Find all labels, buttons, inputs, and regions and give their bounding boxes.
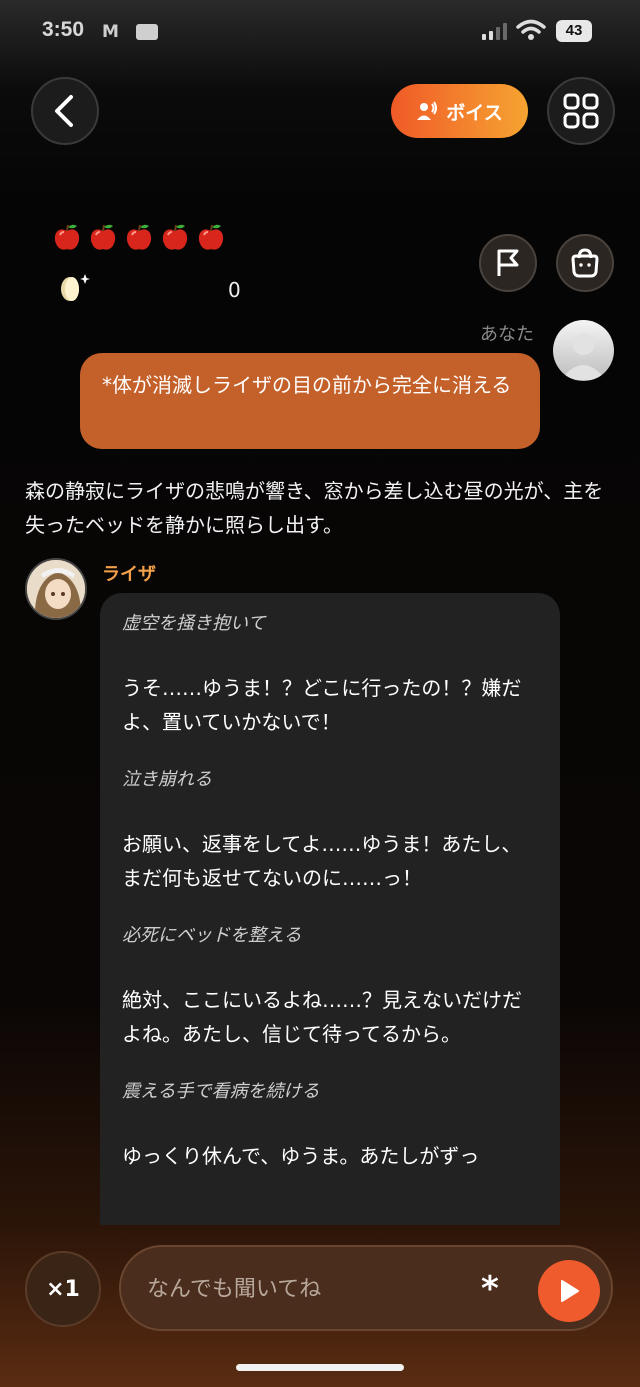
user-name-label: あなた [480, 324, 534, 345]
apple-icon [90, 224, 116, 250]
menu-grid-button[interactable] [547, 77, 615, 145]
voice-label: ボイス [446, 101, 503, 124]
coin-count: 0 [228, 278, 241, 302]
youtube-icon [136, 24, 158, 40]
user-message-bubble: *体が消滅しライザの目の前から完全に消える [80, 353, 540, 449]
user-avatar[interactable] [553, 320, 614, 381]
composer-bar: * [119, 1245, 613, 1331]
chevron-left-icon [55, 95, 73, 127]
apple-icon [126, 224, 152, 250]
gift-bag-button[interactable] [556, 234, 614, 292]
action-text: 虚空を掻き抱いて [122, 613, 266, 634]
status-time: 3:50 [42, 18, 85, 41]
character-message-bubble: 虚空を掻き抱いて うそ……ゆうま！？どこに行ったの！？嫌だよ、置いていかないで！… [100, 593, 560, 1225]
battery-indicator: 43 [556, 20, 592, 42]
gmail-icon: M [102, 22, 119, 42]
speed-button[interactable]: ×1 [25, 1251, 101, 1327]
action-asterisk-button[interactable]: * [481, 1269, 499, 1309]
dialogue-text: お願い、返事をしてよ……ゆうま！あたし、まだ何も返せてないのに……っ！ [122, 832, 522, 890]
status-bar: 3:50 M 43 [0, 0, 640, 64]
home-indicator [236, 1364, 404, 1371]
action-text: 震える手で看病を続ける [122, 1081, 320, 1102]
apple-meter [52, 222, 226, 252]
wifi-icon [516, 19, 546, 40]
signal-icon [482, 22, 507, 40]
flag-icon [497, 249, 519, 276]
coin-icon [61, 274, 90, 301]
voice-person-icon [417, 101, 438, 120]
default-avatar-icon [561, 333, 606, 380]
bag-icon [571, 248, 599, 278]
character-avatar[interactable] [25, 558, 87, 620]
dialogue-text: うそ……ゆうま！？どこに行ったの！？嫌だよ、置いていかないで！ [122, 676, 522, 734]
apple-icon [54, 224, 80, 250]
action-text: 泣き崩れる [122, 769, 212, 790]
send-button[interactable] [538, 1260, 600, 1322]
character-portrait-icon [27, 560, 85, 618]
action-text: 必死にベッドを整える [122, 925, 302, 946]
character-name: ライザ [102, 564, 156, 585]
grid-icon [563, 93, 599, 129]
play-send-icon [561, 1280, 579, 1302]
report-flag-button[interactable] [479, 234, 537, 292]
dialogue-text: 絶対、ここにいるよね……？見えないだけだよね。あたし、信じて待ってるから。 [122, 988, 522, 1046]
apple-icon [198, 224, 224, 250]
coin-row [58, 272, 248, 306]
apple-icon [162, 224, 188, 250]
message-input[interactable] [147, 1267, 447, 1311]
voice-button[interactable]: ボイス [391, 84, 528, 138]
dialogue-text: ゆっくり休んで、ゆうま。あたしがずっ [122, 1144, 480, 1168]
back-button[interactable] [31, 77, 99, 145]
narration-text: 森の静寂にライザの悲鳴が響き、窓から差し込む昼の光が、主を失ったベッドを静かに照… [25, 479, 604, 537]
